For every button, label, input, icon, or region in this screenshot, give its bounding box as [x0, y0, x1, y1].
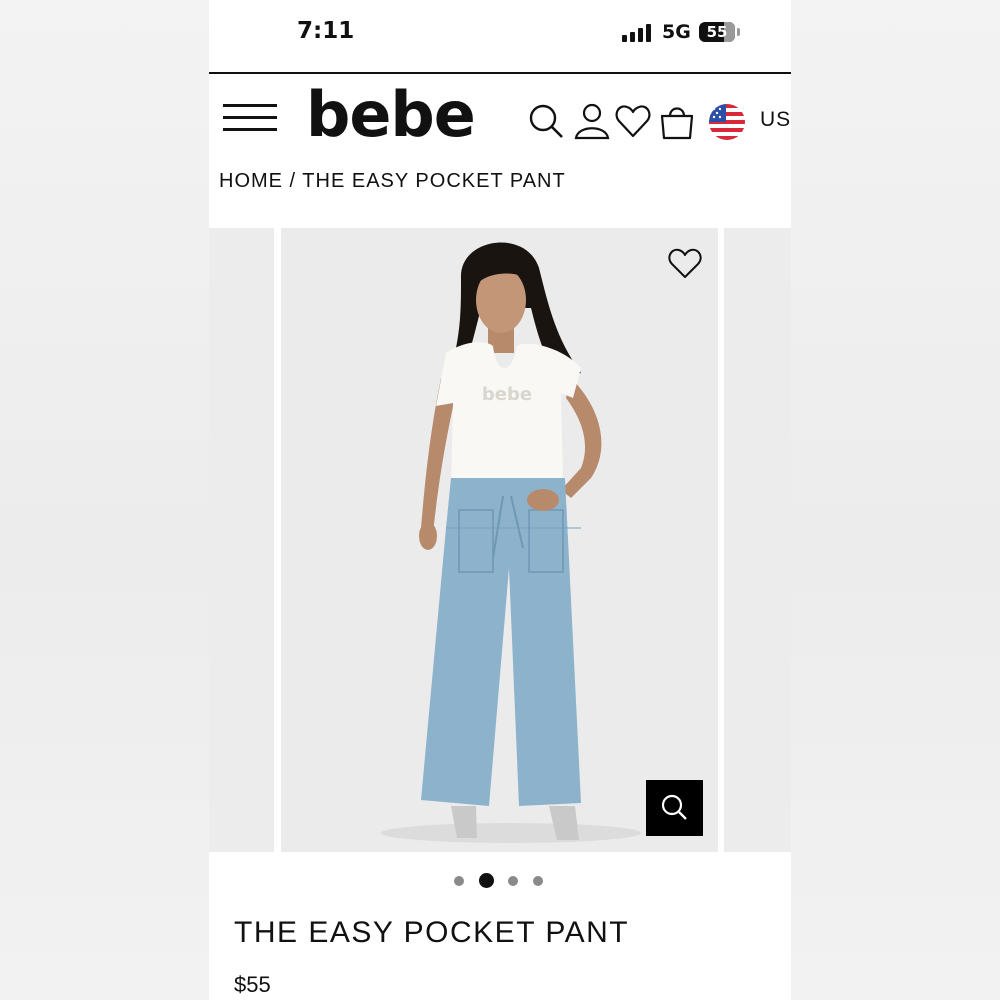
carousel-dot[interactable] [533, 876, 543, 886]
wishlist-heart-icon[interactable] [614, 102, 652, 140]
shirt-print: bebe [482, 384, 532, 405]
carousel-dot[interactable] [508, 876, 518, 886]
header-divider [209, 72, 791, 74]
background-left [0, 0, 209, 1000]
product-image[interactable]: bebe [281, 228, 718, 852]
battery-level: 55 [706, 23, 728, 41]
us-flag-icon[interactable] [709, 104, 745, 140]
model-photo: bebe [381, 242, 641, 843]
previous-product-image[interactable] [209, 228, 274, 852]
breadcrumb[interactable]: HOME / THE EASY POCKET PANT [219, 170, 566, 193]
carousel-dots [209, 872, 791, 892]
carousel-dot-active[interactable] [479, 873, 494, 888]
hamburger-menu-icon[interactable] [223, 104, 277, 134]
network-type: 5G [662, 21, 691, 43]
cellular-signal-icon [622, 24, 654, 42]
shopping-bag-icon[interactable] [658, 102, 696, 140]
status-time: 7:11 [297, 18, 355, 44]
account-icon[interactable] [573, 102, 611, 140]
battery-tip [737, 28, 740, 36]
product-price: $55 [234, 972, 271, 997]
brand-logo[interactable]: bebe [306, 78, 476, 151]
search-icon[interactable] [527, 102, 565, 140]
country-selector[interactable]: US [760, 108, 791, 132]
battery-icon: 55 [699, 22, 735, 42]
zoom-button[interactable] [646, 780, 703, 836]
phone-screen: 7:11 5G 55 bebe US HOME / THE EASY POCKE… [209, 0, 791, 1000]
next-product-image[interactable] [724, 228, 791, 852]
product-title: THE EASY POCKET PANT [234, 916, 630, 949]
carousel-dot[interactable] [454, 876, 464, 886]
magnifier-icon [661, 794, 687, 820]
background-right [791, 0, 1000, 1000]
heart-outline-icon[interactable] [667, 246, 703, 280]
product-image-gallery[interactable]: bebe [209, 228, 791, 852]
